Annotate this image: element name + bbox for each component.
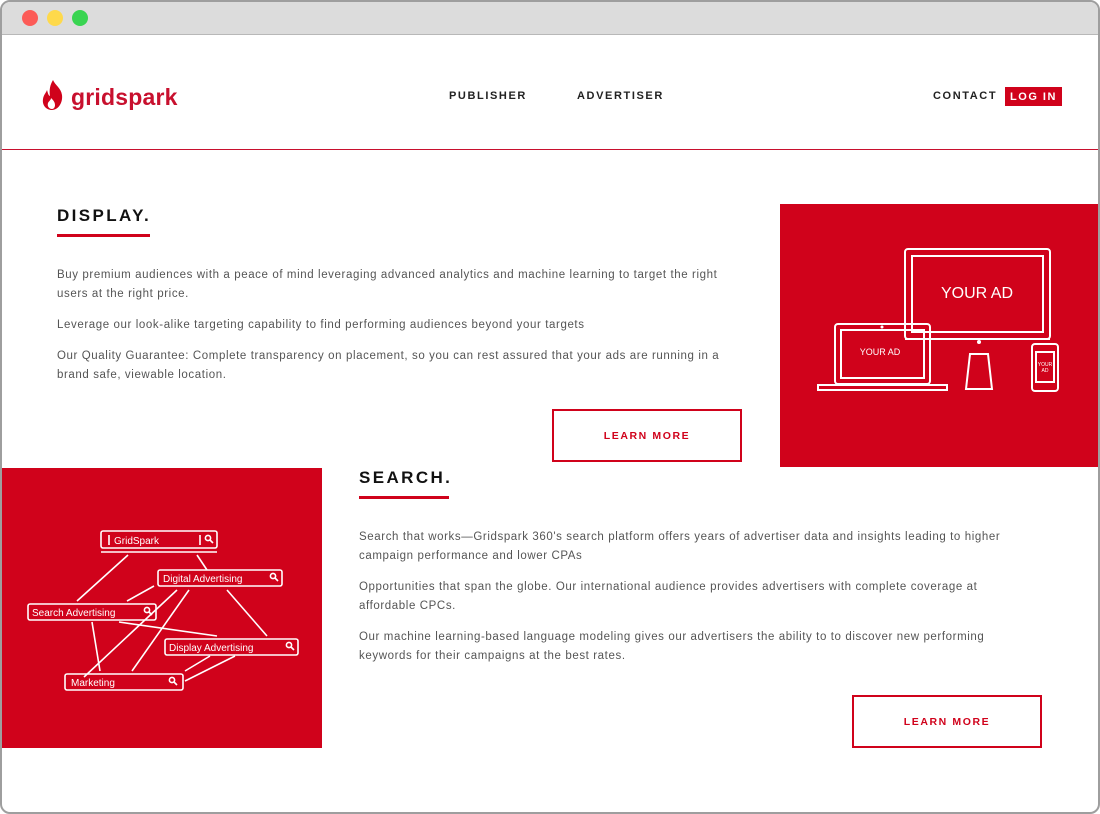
site-header: gridspark PUBLISHER ADVERTISER CONTACT L… [2, 35, 1098, 150]
window-titlebar [2, 2, 1098, 35]
monitor-ad-label: YOUR AD [941, 285, 1013, 302]
display-title: DISPLAY. [57, 206, 152, 225]
login-button[interactable]: LOG IN [1005, 87, 1062, 106]
search-illustration-panel: GridSpark Digital Advertising Search Adv… [2, 468, 322, 748]
close-window-button[interactable] [22, 10, 38, 26]
display-learn-more-button[interactable]: LEARN MORE [552, 409, 742, 462]
search-box-label-2: Digital Advertising [163, 574, 242, 585]
flame-icon [40, 79, 66, 116]
brand-name: gridspark [71, 84, 178, 110]
search-paragraph-2: Opportunities that span the globe. Our i… [359, 581, 978, 612]
search-paragraph-1: Search that works—Gridspark 360's search… [359, 531, 1001, 562]
laptop-ad-label: YOUR AD [860, 347, 901, 357]
brand-logo[interactable]: gridspark [40, 79, 178, 116]
nav-publisher-link[interactable]: PUBLISHER [449, 90, 527, 102]
browser-window: gridspark PUBLISHER ADVERTISER CONTACT L… [0, 0, 1100, 814]
search-title: SEARCH. [359, 468, 453, 487]
display-paragraph-3: Our Quality Guarantee: Complete transpar… [57, 350, 720, 381]
display-paragraph-1: Buy premium audiences with a peace of mi… [57, 269, 718, 300]
display-illustration-panel: YOUR AD YOUR AD YOUR AD [780, 204, 1098, 467]
search-box-label-4: Display Advertising [169, 643, 253, 654]
search-learn-more-button[interactable]: LEARN MORE [852, 695, 1042, 748]
maximize-window-button[interactable] [72, 10, 88, 26]
display-paragraph-2: Leverage our look-alike targeting capabi… [57, 319, 585, 331]
search-box-label-3: Search Advertising [32, 608, 115, 619]
minimize-window-button[interactable] [47, 10, 63, 26]
search-paragraph-3: Our machine learning-based language mode… [359, 631, 985, 662]
search-title-underline [359, 496, 449, 499]
nav-contact-link[interactable]: CONTACT [933, 90, 997, 102]
devices-illustration: YOUR AD YOUR AD YOUR AD [817, 248, 1059, 392]
search-box-label-5: Marketing [71, 678, 115, 689]
phone-ad-label-line2: AD [1042, 368, 1049, 374]
display-title-underline [57, 234, 150, 237]
nav-advertiser-link[interactable]: ADVERTISER [577, 90, 664, 102]
search-box-label-1: GridSpark [114, 536, 160, 547]
search-network-illustration: GridSpark Digital Advertising Search Adv… [27, 530, 299, 691]
